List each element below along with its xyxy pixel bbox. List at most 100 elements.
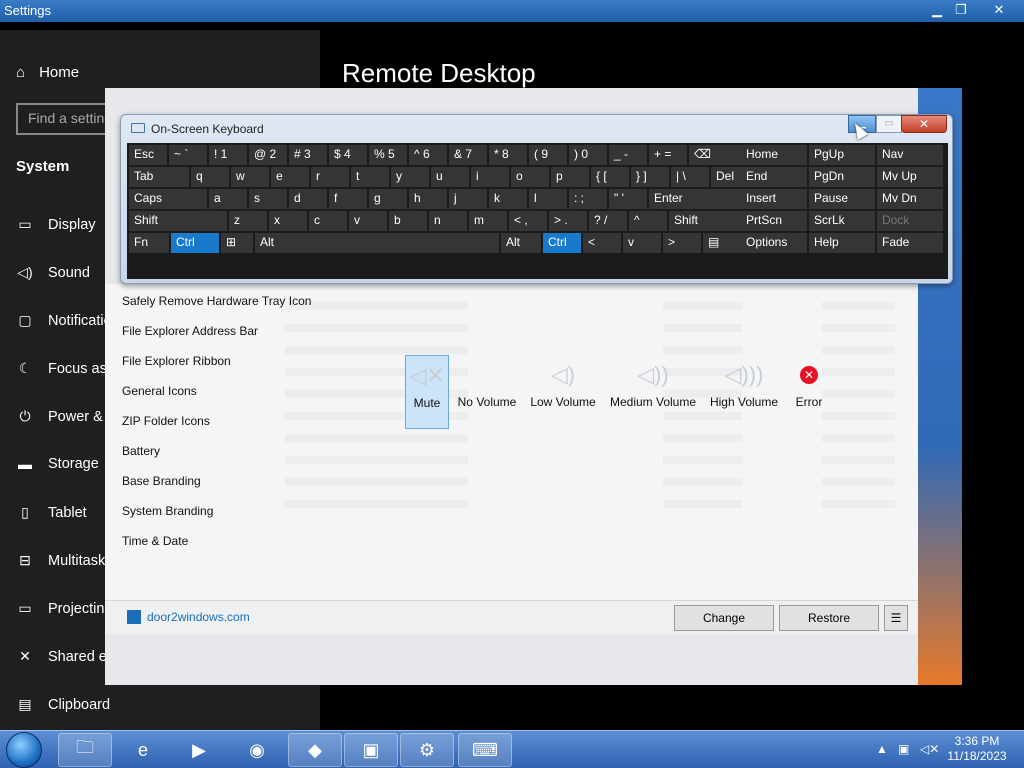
key[interactable]: v: [349, 211, 387, 231]
nav-key[interactable]: ScrLk: [809, 211, 875, 231]
key[interactable]: h: [409, 189, 447, 209]
list-item[interactable]: ZIP Folder Icons: [122, 414, 210, 428]
key[interactable]: < ,: [509, 211, 547, 231]
network-icon[interactable]: ▣: [898, 742, 909, 756]
list-item[interactable]: Battery: [122, 444, 160, 458]
explorer-icon[interactable]: 🗀: [58, 733, 112, 767]
key[interactable]: % 5: [369, 145, 407, 165]
key[interactable]: + =: [649, 145, 687, 165]
key[interactable]: Ctrl: [543, 233, 581, 253]
maximize-icon[interactable]: ▭: [876, 115, 902, 133]
nav-key[interactable]: PrtScn: [741, 211, 807, 231]
key[interactable]: p: [551, 167, 589, 187]
key[interactable]: ^: [629, 211, 667, 231]
list-item[interactable]: File Explorer Ribbon: [122, 354, 231, 368]
key[interactable]: Shift: [129, 211, 227, 231]
volume-option-high[interactable]: ◁))) High Volume: [708, 355, 780, 409]
nav-storage[interactable]: ▬ Storage: [16, 456, 99, 472]
volume-option-none[interactable]: No Volume: [455, 355, 519, 409]
key[interactable]: q: [191, 167, 229, 187]
nav-key[interactable]: Pause: [809, 189, 875, 209]
settings-gear-icon[interactable]: ⚙: [400, 733, 454, 767]
nav-key[interactable]: Home: [741, 145, 807, 165]
key[interactable]: Enter: [649, 189, 741, 209]
terminal-icon[interactable]: ▣: [344, 733, 398, 767]
nav-key[interactable]: Options: [741, 233, 807, 253]
clock[interactable]: 3:36 PM 11/18/2023: [942, 734, 1012, 764]
list-item[interactable]: Time & Date: [122, 534, 188, 548]
nav-projecting[interactable]: ▭ Projecting: [16, 600, 112, 617]
key[interactable]: e: [271, 167, 309, 187]
key[interactable]: Alt: [501, 233, 541, 253]
key[interactable]: v: [623, 233, 661, 253]
volume-option-medium[interactable]: ◁)) Medium Volume: [607, 355, 699, 409]
key[interactable]: c: [309, 211, 347, 231]
chrome-icon[interactable]: ◉: [230, 733, 284, 767]
nav-clipboard[interactable]: ▤ Clipboard: [16, 696, 110, 713]
list-item[interactable]: System Branding: [122, 504, 213, 518]
key[interactable]: y: [391, 167, 429, 187]
key[interactable]: > .: [549, 211, 587, 231]
key[interactable]: Fn: [129, 233, 169, 253]
ie-icon[interactable]: e: [116, 733, 170, 767]
key[interactable]: x: [269, 211, 307, 231]
key[interactable]: & 7: [449, 145, 487, 165]
nav-key[interactable]: Insert: [741, 189, 807, 209]
key[interactable]: n: [429, 211, 467, 231]
close-icon[interactable]: ✕: [901, 115, 947, 133]
key[interactable]: b: [389, 211, 427, 231]
key[interactable]: i: [471, 167, 509, 187]
home-link[interactable]: ⌂ Home: [16, 64, 79, 81]
key[interactable]: Tab: [129, 167, 189, 187]
key[interactable]: } ]: [631, 167, 669, 187]
key[interactable]: u: [431, 167, 469, 187]
key[interactable]: { [: [591, 167, 629, 187]
app-icon[interactable]: ◆: [288, 733, 342, 767]
nav-key[interactable]: Mv Dn: [877, 189, 943, 209]
list-item[interactable]: Safely Remove Hardware Tray Icon: [122, 294, 311, 308]
key[interactable]: # 3: [289, 145, 327, 165]
key[interactable]: Shift: [669, 211, 747, 231]
key[interactable]: @ 2: [249, 145, 287, 165]
key[interactable]: | \: [671, 167, 709, 187]
key[interactable]: ! 1: [209, 145, 247, 165]
nav-key[interactable]: PgUp: [809, 145, 875, 165]
menu-icon[interactable]: ☰: [884, 605, 908, 631]
volume-option-low[interactable]: ◁) Low Volume: [528, 355, 598, 409]
key[interactable]: >: [663, 233, 701, 253]
nav-sound[interactable]: ◁) Sound: [16, 264, 90, 281]
list-item[interactable]: Base Branding: [122, 474, 201, 488]
key[interactable]: _ -: [609, 145, 647, 165]
nav-key[interactable]: Dock: [877, 211, 943, 231]
key[interactable]: f: [329, 189, 367, 209]
volume-option-mute[interactable]: ◁✕ Mute: [405, 355, 449, 429]
key[interactable]: o: [511, 167, 549, 187]
key[interactable]: d: [289, 189, 327, 209]
nav-key[interactable]: Help: [809, 233, 875, 253]
nav-key[interactable]: Nav: [877, 145, 943, 165]
key[interactable]: g: [369, 189, 407, 209]
restore-button[interactable]: Restore: [779, 605, 879, 631]
key[interactable]: : ;: [569, 189, 607, 209]
key[interactable]: j: [449, 189, 487, 209]
key[interactable]: ) 0: [569, 145, 607, 165]
key[interactable]: k: [489, 189, 527, 209]
volume-muted-icon[interactable]: ◁✕: [920, 742, 939, 756]
key[interactable]: ( 9: [529, 145, 567, 165]
key[interactable]: " ': [609, 189, 647, 209]
nav-key[interactable]: PgDn: [809, 167, 875, 187]
key[interactable]: Ctrl: [171, 233, 219, 253]
key[interactable]: * 8: [489, 145, 527, 165]
key[interactable]: Alt: [255, 233, 499, 253]
nav-key[interactable]: End: [741, 167, 807, 187]
key[interactable]: w: [231, 167, 269, 187]
nav-key[interactable]: Mv Up: [877, 167, 943, 187]
maximize-icon[interactable]: ❐: [942, 0, 980, 20]
key[interactable]: ? /: [589, 211, 627, 231]
key[interactable]: Caps: [129, 189, 207, 209]
key[interactable]: r: [311, 167, 349, 187]
key[interactable]: m: [469, 211, 507, 231]
key[interactable]: ▤: [703, 233, 741, 253]
list-item[interactable]: General Icons: [122, 384, 197, 398]
close-icon[interactable]: ✕: [980, 0, 1018, 20]
